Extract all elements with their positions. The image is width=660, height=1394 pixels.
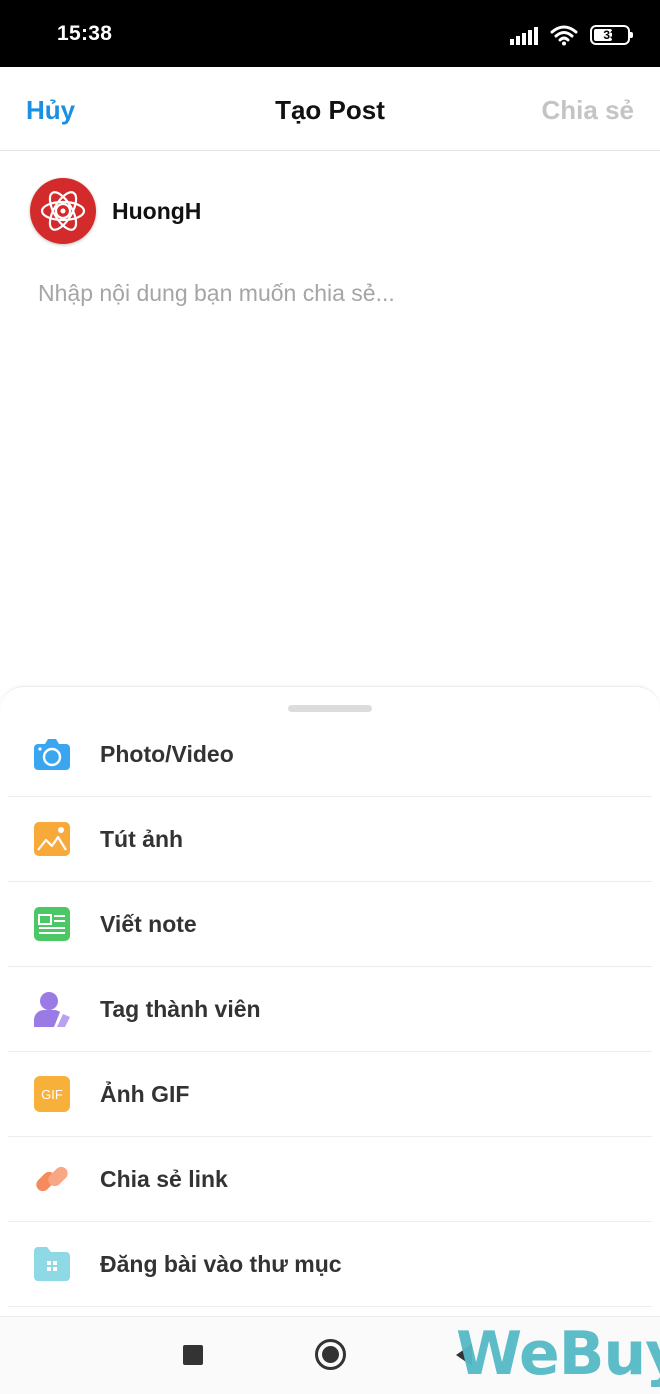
webuy-watermark: WeBuy	[456, 1319, 660, 1389]
post-content-input[interactable]	[38, 280, 628, 640]
gif-icon: GIF	[32, 1074, 72, 1114]
flower-logo-icon	[40, 191, 86, 231]
menu-item-tut-anh[interactable]: Tút ảnh	[8, 797, 652, 882]
camera-icon	[32, 734, 72, 774]
menu-item-tag-member[interactable]: Tag thành viên	[8, 967, 652, 1052]
home-button[interactable]	[315, 1339, 346, 1370]
attachment-menu: Photo/Video Tút ảnh Viết note Tag thành …	[8, 712, 652, 1307]
battery-icon: 33	[590, 25, 633, 45]
menu-item-share-link[interactable]: Chia sẻ link	[8, 1137, 652, 1222]
sheet-drag-handle[interactable]	[288, 705, 372, 712]
menu-item-post-to-folder[interactable]: Đăng bài vào thư mục	[8, 1222, 652, 1307]
menu-item-label: Photo/Video	[100, 740, 234, 767]
app-header: Hủy Tạo Post Chia sẻ	[0, 67, 660, 151]
link-icon	[32, 1159, 72, 1199]
folder-icon	[32, 1244, 72, 1284]
wifi-icon	[550, 25, 578, 46]
post-author: HuongH	[30, 178, 201, 244]
menu-item-photo-video[interactable]: Photo/Video	[8, 712, 652, 797]
menu-item-label: Ảnh GIF	[100, 1080, 190, 1107]
recents-button[interactable]	[183, 1345, 203, 1365]
menu-item-label: Viết note	[100, 910, 197, 937]
tag-user-icon	[32, 989, 72, 1029]
menu-item-label: Chia sẻ link	[100, 1165, 228, 1192]
menu-item-label: Tút ảnh	[100, 825, 184, 852]
menu-item-gif[interactable]: GIF Ảnh GIF	[8, 1052, 652, 1137]
status-icons: 33	[510, 22, 633, 48]
author-name: HuongH	[112, 197, 202, 224]
menu-item-label: Tag thành viên	[100, 995, 261, 1022]
status-bar: 15:38 33	[0, 0, 660, 67]
battery-level: 33	[603, 28, 617, 42]
signal-icon	[510, 25, 538, 45]
gif-icon-text: GIF	[41, 1086, 63, 1102]
image-icon	[32, 819, 72, 859]
status-time: 15:38	[57, 22, 113, 45]
avatar	[30, 178, 96, 244]
note-icon	[32, 904, 72, 944]
share-button[interactable]: Chia sẻ	[542, 95, 635, 126]
menu-item-label: Đăng bài vào thư mục	[100, 1250, 342, 1277]
attachment-sheet: Photo/Video Tút ảnh Viết note Tag thành …	[0, 686, 660, 1316]
menu-item-viet-note[interactable]: Viết note	[8, 882, 652, 967]
